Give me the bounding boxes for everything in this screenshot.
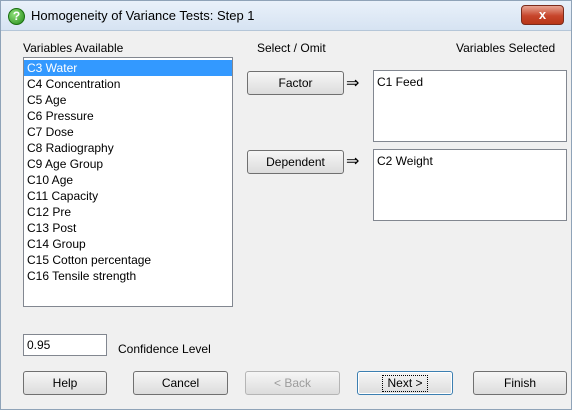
list-item[interactable]: C7 Dose <box>24 124 232 140</box>
cancel-button[interactable]: Cancel <box>133 371 228 395</box>
next-button[interactable]: Next > <box>357 371 453 395</box>
window-title: Homogeneity of Variance Tests: Step 1 <box>31 8 255 23</box>
select-omit-label: Select / Omit <box>257 41 326 55</box>
close-button[interactable]: x <box>521 5 564 25</box>
list-item[interactable]: C16 Tensile strength <box>24 268 232 284</box>
finish-button[interactable]: Finish <box>473 371 567 395</box>
confidence-level-input[interactable]: 0.95 <box>23 334 107 356</box>
next-button-label: Next > <box>382 375 428 392</box>
list-item[interactable]: C11 Capacity <box>24 188 232 204</box>
title-bar: ? Homogeneity of Variance Tests: Step 1 … <box>1 1 571 31</box>
list-item[interactable]: C8 Radiography <box>24 140 232 156</box>
list-item[interactable]: C1 Feed <box>374 74 566 90</box>
list-item[interactable]: C12 Pre <box>24 204 232 220</box>
list-item[interactable]: C10 Age <box>24 172 232 188</box>
factor-button-label: Factor <box>278 76 313 90</box>
list-item[interactable]: C13 Post <box>24 220 232 236</box>
variables-available-list[interactable]: C3 Water C4 Concentration C5 Age C6 Pressur… <box>23 57 233 307</box>
confidence-level-label: Confidence Level <box>118 342 211 356</box>
list-item[interactable]: C3 Water <box>24 60 232 76</box>
back-button[interactable]: < Back <box>245 371 340 395</box>
variables-available-label: Variables Available <box>23 41 124 55</box>
factor-variables-list[interactable]: C1 Feed <box>373 70 567 142</box>
factor-button[interactable]: Factor <box>247 71 344 95</box>
variables-selected-label: Variables Selected <box>456 41 556 55</box>
dependent-button-label: Dependent <box>266 155 325 169</box>
dependent-variables-list[interactable]: C2 Weight <box>373 149 567 221</box>
help-button[interactable]: Help <box>23 371 107 395</box>
list-item[interactable]: C6 Pressure <box>24 108 232 124</box>
list-item[interactable]: C9 Age Group <box>24 156 232 172</box>
list-item[interactable]: C5 Age <box>24 92 232 108</box>
list-item[interactable]: C14 Group <box>24 236 232 252</box>
dependent-arrow-icon: ⇒ <box>346 153 360 170</box>
factor-arrow-icon: ⇒ <box>346 75 360 92</box>
dialog-window: ? Homogeneity of Variance Tests: Step 1 … <box>0 0 572 410</box>
dependent-button[interactable]: Dependent <box>247 150 344 174</box>
list-item[interactable]: C15 Cotton percentage <box>24 252 232 268</box>
list-item[interactable]: C2 Weight <box>374 153 566 169</box>
help-question-icon: ? <box>8 8 25 25</box>
list-item[interactable]: C4 Concentration <box>24 76 232 92</box>
